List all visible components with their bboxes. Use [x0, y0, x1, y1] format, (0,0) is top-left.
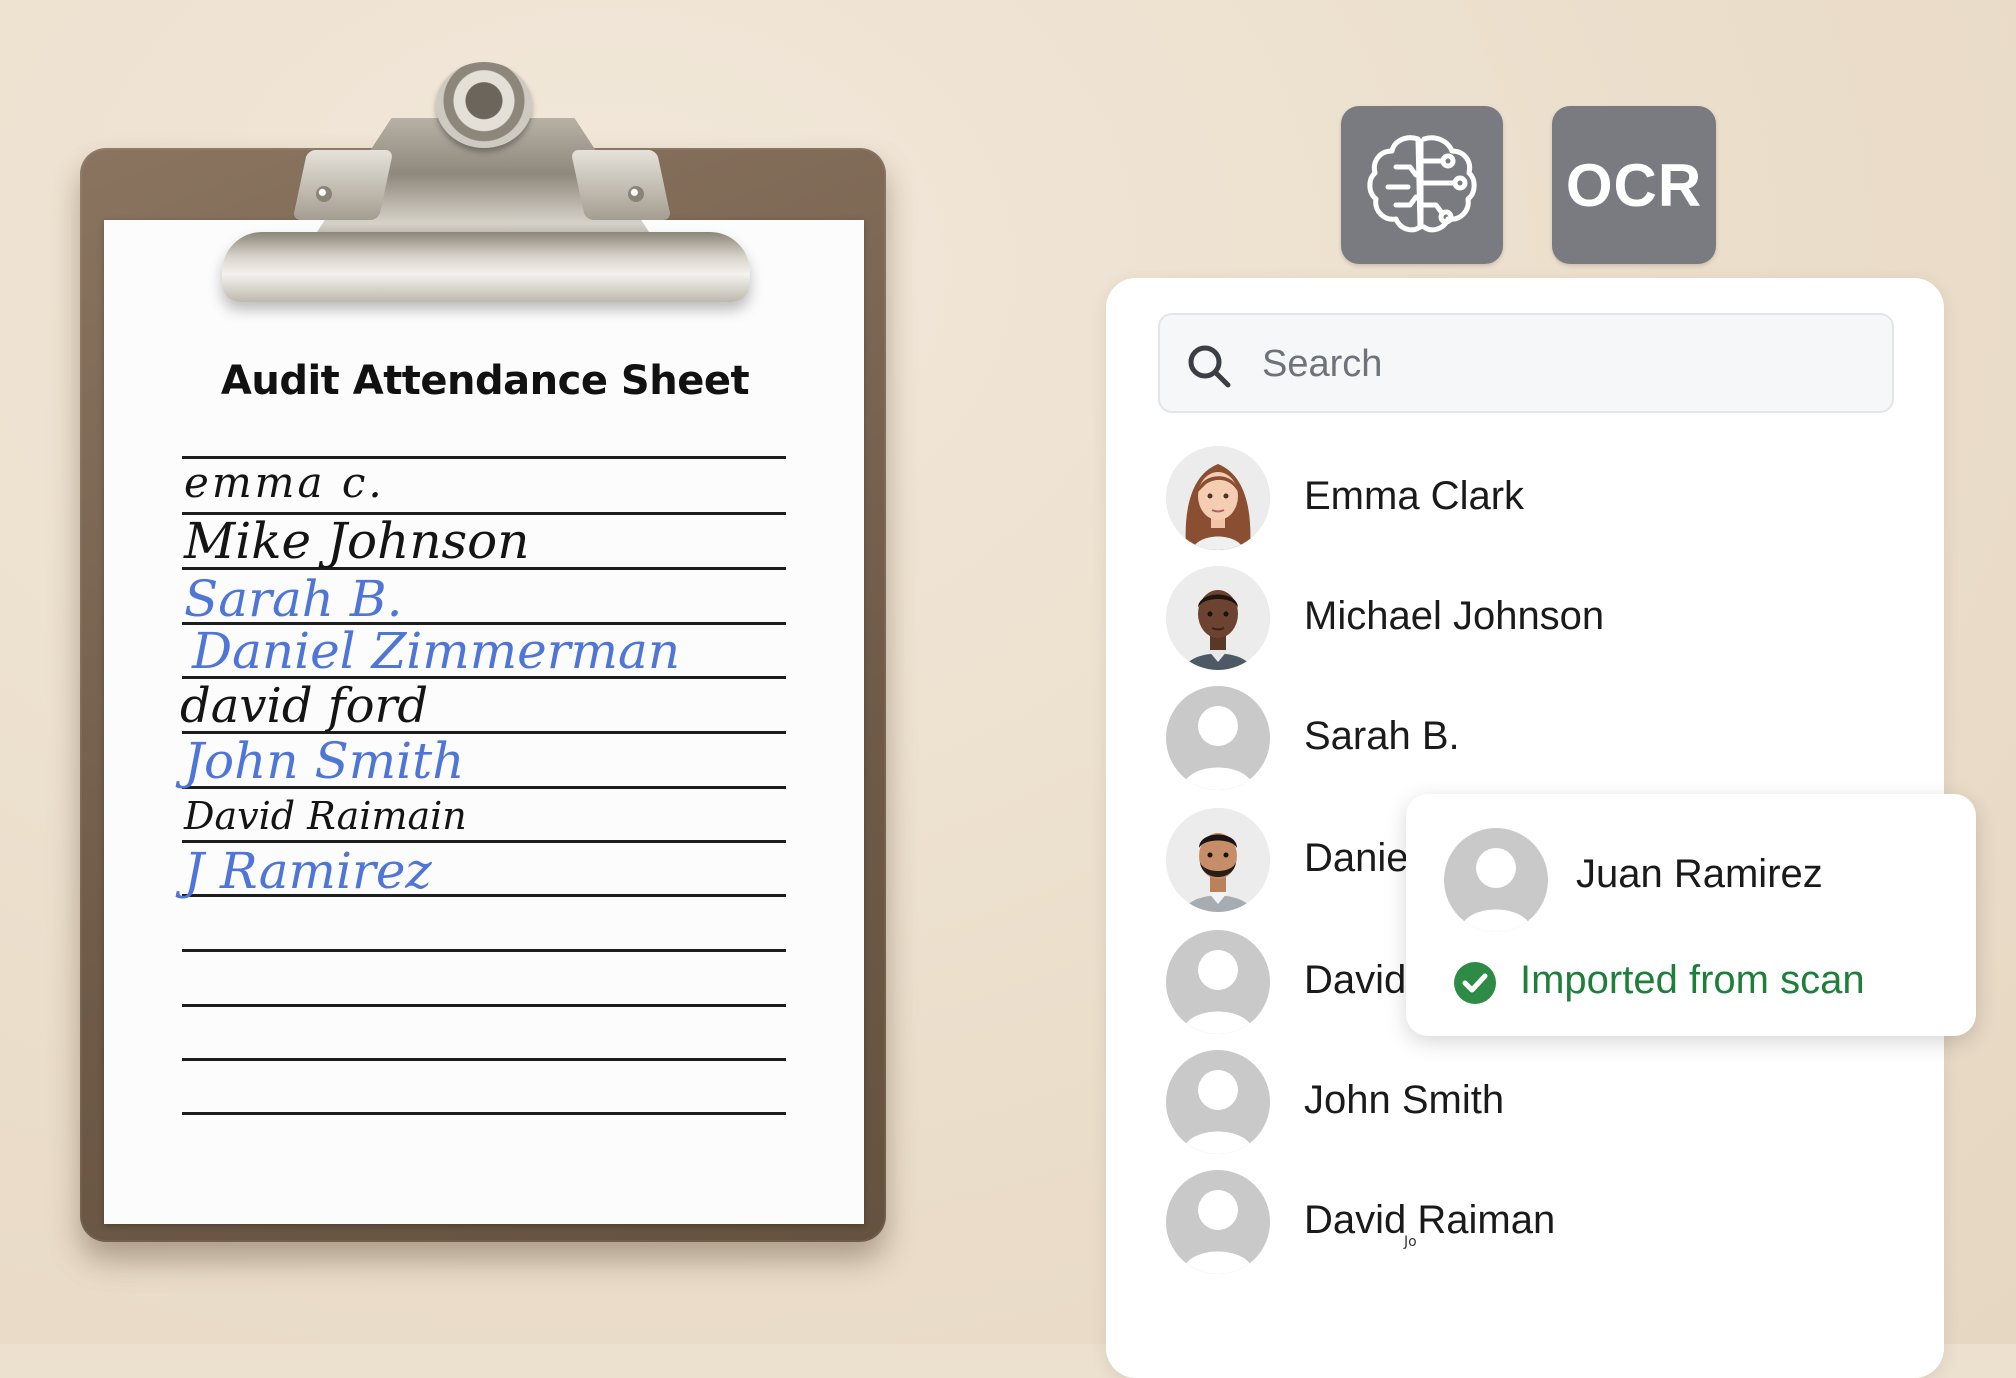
ocr-button-label: OCR	[1565, 151, 1703, 219]
clipboard-clip-wing-right	[570, 150, 672, 220]
ai-brain-button[interactable]	[1341, 106, 1503, 264]
search-icon	[1188, 345, 1231, 388]
contact-row[interactable]: David Raiman	[1166, 1170, 1886, 1274]
default-avatar-icon	[1444, 828, 1548, 932]
sheet-line	[182, 1004, 786, 1007]
contact-avatar	[1166, 446, 1270, 550]
imported-contact-popover[interactable]: Juan Ramirez Imported from scan	[1406, 794, 1976, 1036]
handwritten-signature: david ford	[180, 678, 429, 734]
handwritten-signature: John Smith	[184, 732, 465, 790]
contact-avatar	[1166, 808, 1270, 912]
clip-rivet	[628, 186, 644, 202]
clipboard-clip-wing-left	[292, 150, 394, 220]
sheet-line	[182, 949, 786, 952]
handwritten-signature: Mike Johnson	[184, 512, 530, 570]
sheet-line	[182, 1058, 786, 1061]
contact-row[interactable]: Sarah B.	[1166, 686, 1886, 790]
handwritten-signature: David Raimain	[184, 794, 467, 838]
import-status-text: Imported from scan	[1520, 958, 1865, 1002]
default-avatar-icon	[1166, 1170, 1270, 1274]
check-circle-icon	[1454, 962, 1496, 1004]
contact-name: Emma Clark	[1304, 474, 1525, 518]
handwritten-signature: Sarah B.	[184, 570, 403, 628]
sheet-line	[182, 1112, 786, 1115]
ocr-button[interactable]: OCR	[1552, 106, 1716, 264]
clipboard-clip-base	[222, 232, 750, 302]
search-box[interactable]	[1158, 313, 1894, 413]
handwritten-signature: emma c.	[184, 458, 385, 507]
clip-rivet	[316, 186, 332, 202]
handwritten-signature: J Ramirez	[184, 842, 432, 900]
clipboard-clip-ring	[436, 62, 532, 148]
popover-contact-name: Juan Ramirez	[1576, 852, 1823, 896]
default-avatar-icon	[1166, 1050, 1270, 1154]
handwritten-signature: Daniel Zimmerman	[192, 622, 681, 680]
cursor-tooltip: Jo	[1404, 1234, 1417, 1250]
contact-name: Sarah B.	[1304, 714, 1460, 758]
contact-row[interactable]: Michael Johnson	[1166, 566, 1886, 670]
search-input[interactable]	[1260, 337, 1864, 391]
contact-row[interactable]: John Smith	[1166, 1050, 1886, 1154]
sheet-title: Audit Attendance Sheet	[220, 358, 750, 404]
contact-row[interactable]: Emma Clark	[1166, 446, 1886, 550]
contact-name: John Smith	[1304, 1078, 1505, 1122]
default-avatar-icon	[1166, 930, 1270, 1034]
brain-circuit-icon	[1367, 135, 1477, 233]
contact-avatar	[1166, 566, 1270, 670]
contact-name: David Raiman	[1304, 1198, 1556, 1242]
contact-name: Michael Johnson	[1304, 594, 1605, 638]
default-avatar-icon	[1166, 686, 1270, 790]
